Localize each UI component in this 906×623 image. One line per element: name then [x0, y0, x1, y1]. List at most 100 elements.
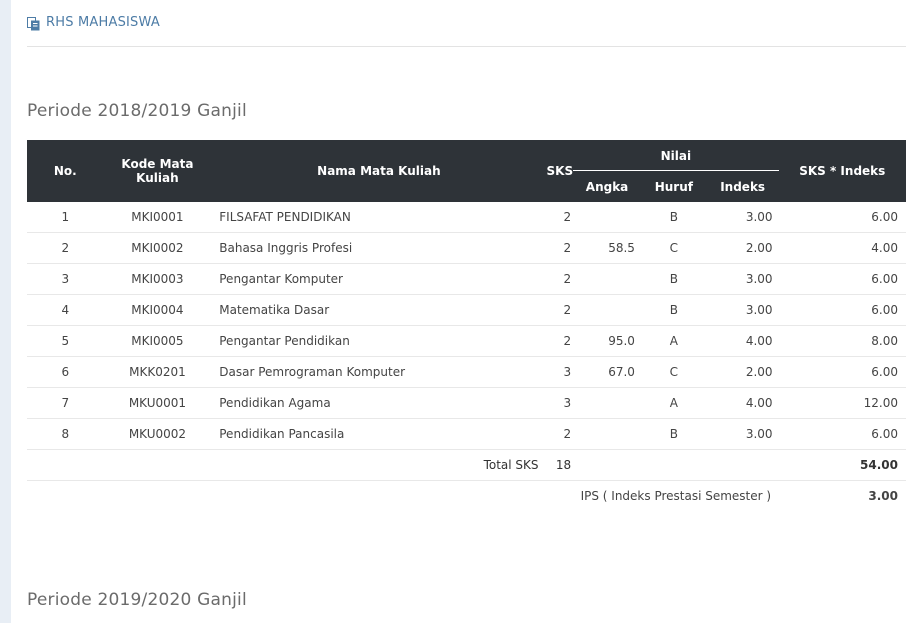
grades-table: No. Kode Mata Kuliah Nama Mata Kuliah SK… [27, 140, 906, 511]
cell-sks: 2 [546, 418, 574, 450]
cell-angka: 95.0 [573, 325, 641, 357]
total-sks-value: 18 [546, 449, 574, 481]
cell-sks: 3 [546, 356, 574, 388]
cell-nama: Dasar Pemrograman Komputer [211, 356, 547, 388]
col-header-no: No. [27, 140, 104, 202]
nilai-label: Nilai [660, 148, 692, 163]
cell-sks: 3 [546, 387, 574, 419]
cell-kode: MKU0002 [103, 418, 212, 450]
ips-row: IPS ( Indeks Prestasi Semester ) 3.00 [27, 481, 906, 512]
nilai-underline [573, 170, 779, 171]
cell-sks: 2 [546, 294, 574, 326]
cell-sks-indeks: 6.00 [778, 294, 906, 326]
cell-no: 8 [27, 418, 104, 450]
cell-sks: 2 [546, 263, 574, 295]
left-sidebar-strip [0, 0, 11, 623]
cell-indeks: 4.00 [706, 325, 779, 357]
cell-no: 5 [27, 325, 104, 357]
cell-huruf: B [640, 202, 707, 233]
cell-huruf: A [640, 325, 707, 357]
cell-angka [573, 294, 641, 326]
cell-sks-indeks: 6.00 [778, 263, 906, 295]
cell-angka: 58.5 [573, 232, 641, 264]
col-header-nama: Nama Mata Kuliah [211, 140, 547, 202]
table-row: 4 MKI0004 Matematika Dasar 2 B 3.00 6.00 [27, 294, 906, 326]
cell-sks-indeks: 4.00 [778, 232, 906, 264]
cell-huruf: C [640, 232, 707, 264]
col-header-kode: Kode Mata Kuliah [103, 140, 212, 202]
cell-sks: 2 [546, 232, 574, 264]
table-row: 2 MKI0002 Bahasa Inggris Profesi 2 58.5 … [27, 232, 906, 264]
cell-sks-indeks: 6.00 [778, 202, 906, 233]
table-row: 3 MKI0003 Pengantar Komputer 2 B 3.00 6.… [27, 263, 906, 295]
cell-kode: MKI0001 [103, 202, 212, 233]
total-row: Total SKS 18 54.00 [27, 449, 906, 481]
cell-nama: Bahasa Inggris Profesi [211, 232, 547, 264]
header-divider [27, 46, 906, 47]
table-row: 5 MKI0005 Pengantar Pendidikan 2 95.0 A … [27, 325, 906, 357]
total-spacer [573, 449, 779, 481]
cell-no: 3 [27, 263, 104, 295]
ips-label: IPS ( Indeks Prestasi Semester ) [580, 489, 772, 503]
col-header-indeks: Indeks [706, 171, 779, 202]
cell-angka [573, 418, 641, 450]
cell-kode: MKI0004 [103, 294, 212, 326]
cell-sks-indeks: 12.00 [778, 387, 906, 419]
col-header-sks-indeks: SKS * Indeks [778, 140, 906, 202]
ips-spacer [27, 481, 573, 512]
cell-kode: MKI0005 [103, 325, 212, 357]
cell-sks-indeks: 8.00 [778, 325, 906, 357]
cell-huruf: B [640, 418, 707, 450]
cell-no: 6 [27, 356, 104, 388]
col-header-angka: Angka [573, 171, 641, 202]
copy-icon [27, 16, 40, 30]
cell-nama: Matematika Dasar [211, 294, 547, 326]
cell-huruf: B [640, 263, 707, 295]
cell-kode: MKK0201 [103, 356, 212, 388]
cell-angka: 67.0 [573, 356, 641, 388]
col-header-sks: SKS [546, 140, 574, 202]
cell-sks-indeks: 6.00 [778, 418, 906, 450]
cell-nama: Pengantar Komputer [211, 263, 547, 295]
cell-indeks: 2.00 [706, 232, 779, 264]
cell-sks-indeks: 6.00 [778, 356, 906, 388]
cell-huruf: B [640, 294, 707, 326]
cell-indeks: 4.00 [706, 387, 779, 419]
cell-kode: MKU0001 [103, 387, 212, 419]
cell-nama: Pendidikan Agama [211, 387, 547, 419]
cell-indeks: 3.00 [706, 263, 779, 295]
page-header: RHS MAHASISWA [27, 15, 160, 30]
period-title: Periode 2018/2019 Ganjil [27, 101, 247, 121]
total-sks-label: Total SKS [27, 449, 547, 481]
table-row: 6 MKK0201 Dasar Pemrograman Komputer 3 6… [27, 356, 906, 388]
table-row: 8 MKU0002 Pendidikan Pancasila 2 B 3.00 … [27, 418, 906, 450]
cell-nama: Pendidikan Pancasila [211, 418, 547, 450]
cell-no: 1 [27, 202, 104, 233]
cell-huruf: C [640, 356, 707, 388]
cell-indeks: 3.00 [706, 202, 779, 233]
cell-nama: FILSAFAT PENDIDIKAN [211, 202, 547, 233]
col-header-huruf: Huruf [640, 171, 707, 202]
cell-angka [573, 202, 641, 233]
cell-no: 2 [27, 232, 104, 264]
ips-value: 3.00 [868, 489, 898, 503]
col-header-nilai: Nilai [573, 140, 779, 171]
cell-angka [573, 387, 641, 419]
cell-indeks: 3.00 [706, 418, 779, 450]
cell-indeks: 3.00 [706, 294, 779, 326]
table-row: 7 MKU0001 Pendidikan Agama 3 A 4.00 12.0… [27, 387, 906, 419]
cell-sks: 2 [546, 202, 574, 233]
cell-indeks: 2.00 [706, 356, 779, 388]
page-title: RHS MAHASISWA [46, 15, 160, 30]
cell-no: 4 [27, 294, 104, 326]
period-title: Periode 2019/2020 Ganjil [27, 590, 247, 610]
cell-no: 7 [27, 387, 104, 419]
cell-sks: 2 [546, 325, 574, 357]
cell-angka [573, 263, 641, 295]
cell-kode: MKI0003 [103, 263, 212, 295]
cell-kode: MKI0002 [103, 232, 212, 264]
table-row: 1 MKI0001 FILSAFAT PENDIDIKAN 2 B 3.00 6… [27, 202, 906, 233]
cell-huruf: A [640, 387, 707, 419]
total-sks-indeks-value: 54.00 [778, 449, 906, 481]
cell-nama: Pengantar Pendidikan [211, 325, 547, 357]
